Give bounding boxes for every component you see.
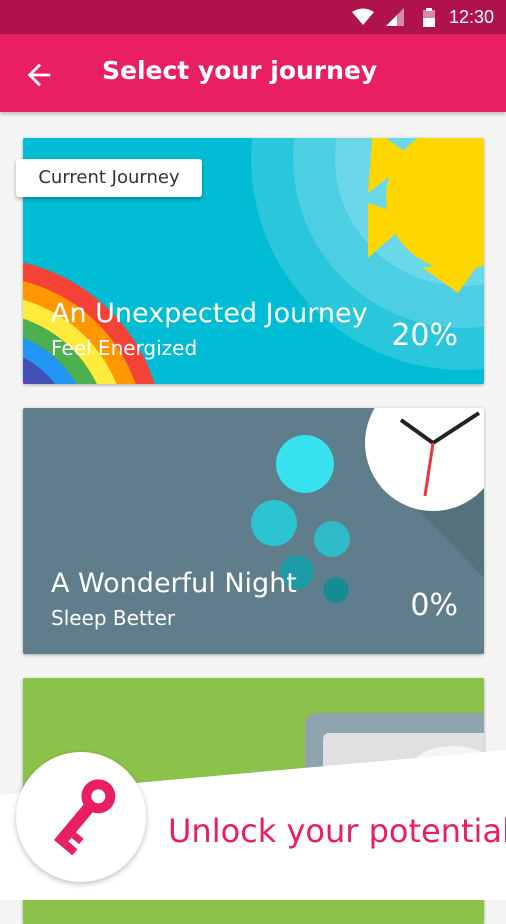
battery-icon: [423, 8, 435, 27]
back-arrow-icon[interactable]: [22, 58, 56, 92]
journey-title: An Unexpected Journey: [51, 298, 368, 329]
journey-card-wonderful-night[interactable]: A Wonderful Night Sleep Better 0%: [23, 408, 484, 654]
signal-icon: [386, 8, 404, 26]
status-time: 12:30: [448, 7, 494, 27]
wifi-icon: [352, 8, 374, 25]
key-icon: [53, 779, 116, 856]
promo-text[interactable]: Unlock your potential: [168, 812, 506, 850]
current-journey-chip: Current Journey: [16, 159, 202, 197]
app-bar: Select your journey: [0, 34, 506, 112]
journey-progress: 0%: [410, 588, 458, 623]
journey-subtitle: Feel Energized: [51, 336, 198, 360]
status-bar: 12:30: [0, 0, 506, 34]
journey-title: A Wonderful Night: [51, 568, 297, 599]
key-badge[interactable]: [16, 752, 146, 882]
page-title: Select your journey: [102, 56, 378, 85]
journey-progress: 20%: [391, 318, 458, 353]
journey-subtitle: Sleep Better: [51, 606, 176, 630]
